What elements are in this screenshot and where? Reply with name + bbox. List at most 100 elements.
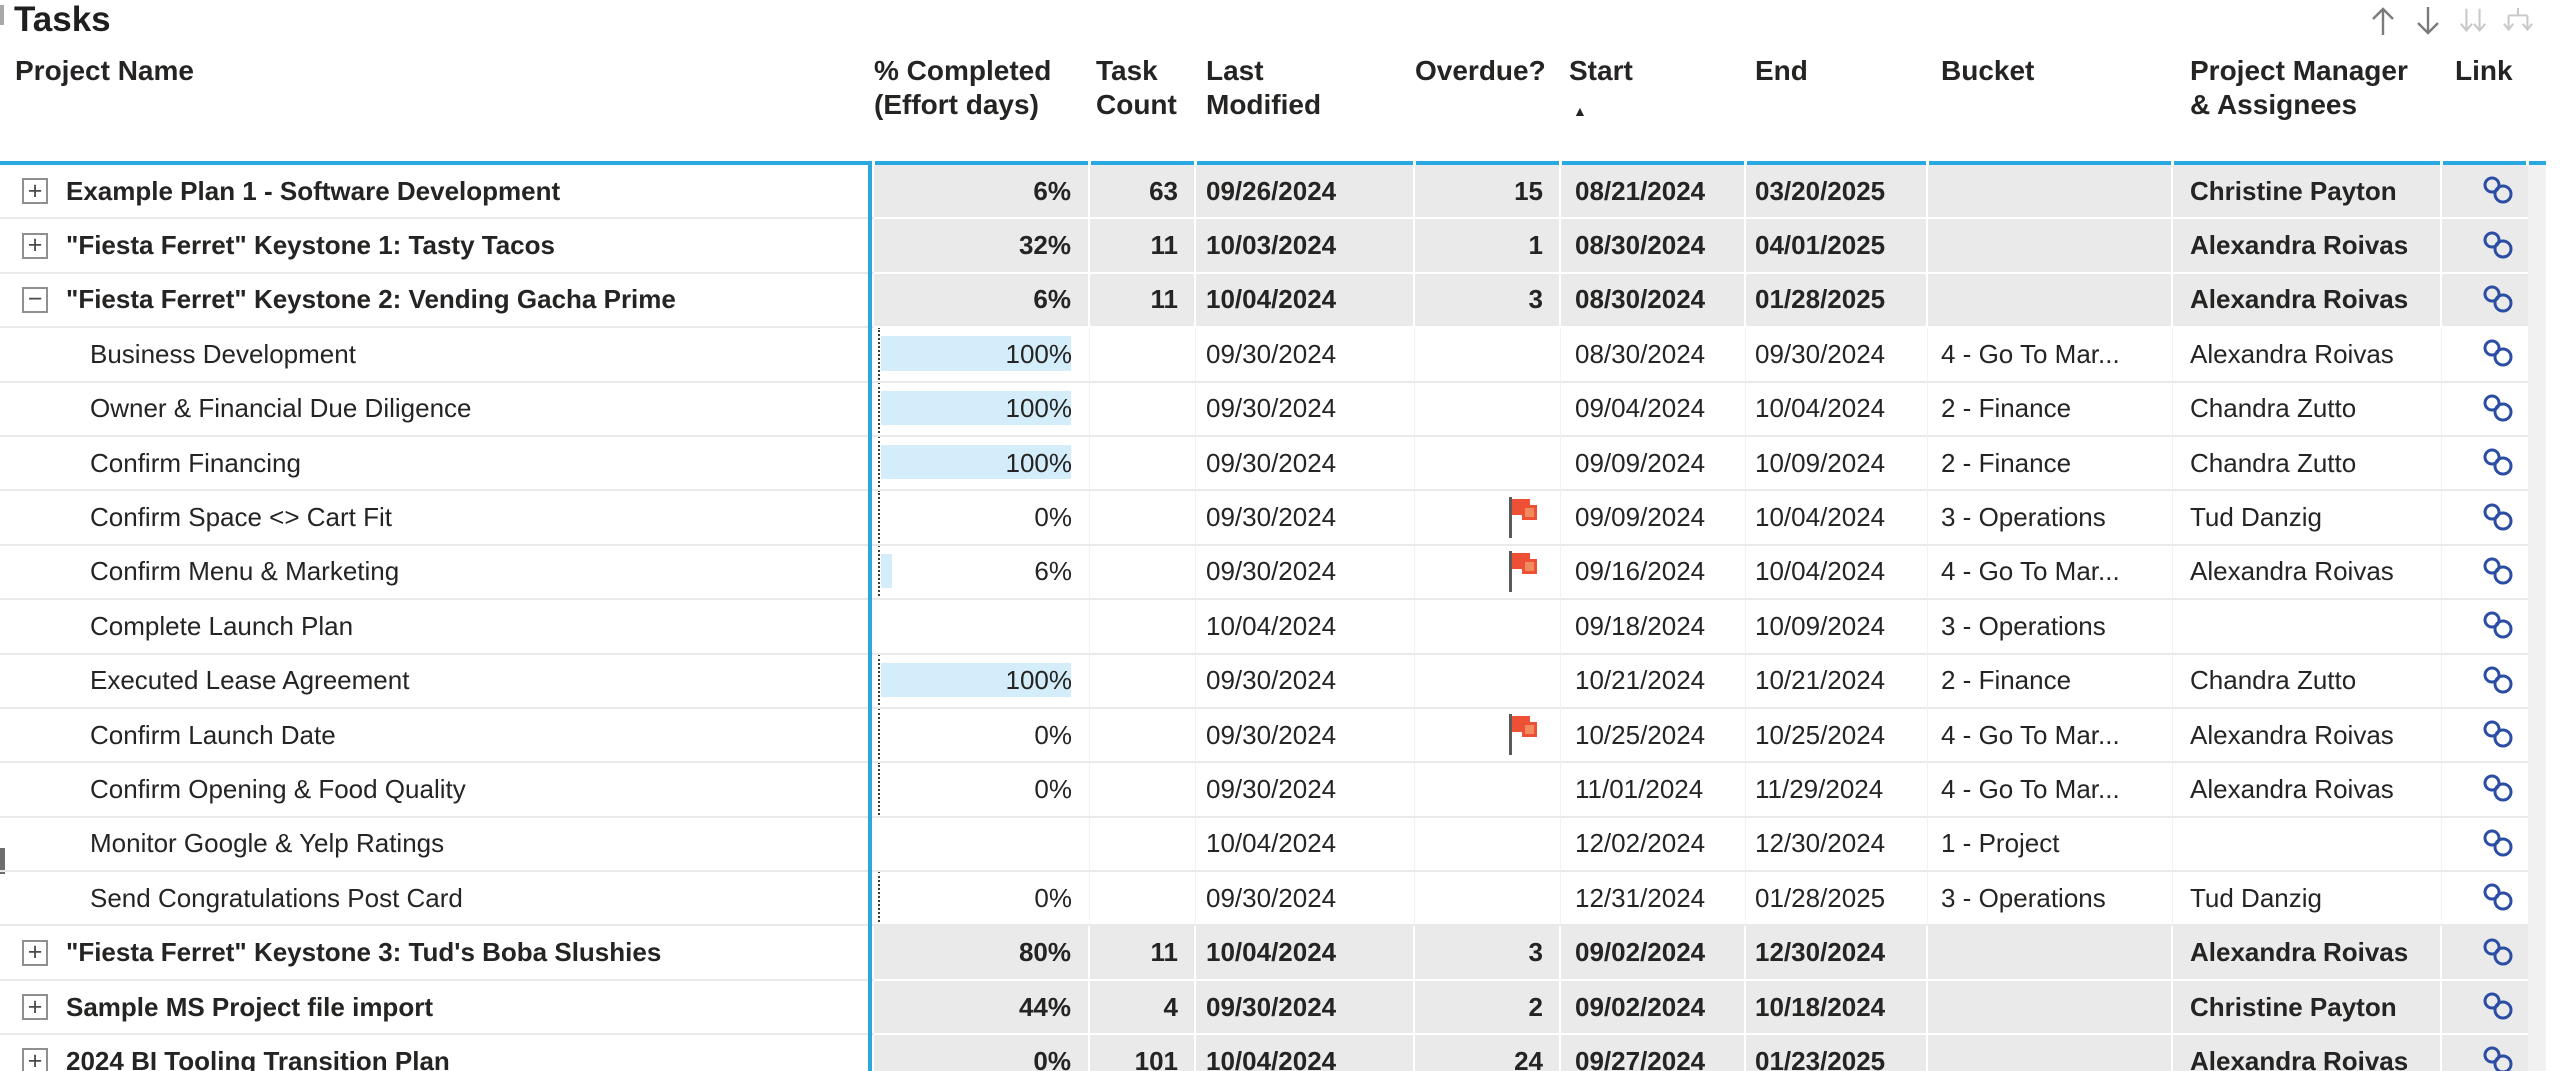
cell-project-name: + Sample MS Project file import — [0, 981, 874, 1035]
cell-overdue — [1415, 872, 1561, 926]
cell-task-count — [1090, 763, 1196, 817]
cell-end-date: 10/04/2024 — [1746, 546, 1928, 600]
pct-value: 44% — [1019, 992, 1071, 1023]
overdue-flag-icon — [1508, 550, 1540, 594]
cell-last-modified: 09/30/2024 — [1196, 981, 1415, 1035]
link-icon[interactable] — [2480, 230, 2516, 262]
cell-start-date: 09/09/2024 — [1561, 491, 1746, 545]
column-header-overdue[interactable]: Overdue? — [1415, 40, 1561, 122]
link-icon[interactable] — [2480, 719, 2516, 751]
link-icon[interactable] — [2480, 665, 2516, 697]
cell-start-date: 09/16/2024 — [1561, 546, 1746, 600]
column-header-project-manager[interactable]: Project Manager & Assignees — [2173, 40, 2442, 122]
cell-link — [2442, 165, 2528, 219]
link-icon[interactable] — [2480, 882, 2516, 914]
cell-end-date: 10/25/2024 — [1746, 709, 1928, 763]
cell-project-manager: Alexandra Roivas — [2173, 546, 2442, 600]
cell-task-count: 101 — [1090, 1035, 1196, 1071]
cell-task-count: 4 — [1090, 981, 1196, 1035]
column-header-start[interactable]: Start ▲ — [1561, 40, 1746, 122]
expand-collapse-icon[interactable]: + — [22, 178, 48, 204]
column-resize-divider[interactable] — [868, 165, 872, 1071]
cell-task-count — [1090, 655, 1196, 709]
cell-end-date: 01/28/2025 — [1746, 274, 1928, 328]
link-icon[interactable] — [2480, 447, 2516, 479]
cell-project-manager: Chandra Zutto — [2173, 655, 2442, 709]
cell-end-date: 10/09/2024 — [1746, 600, 1928, 654]
link-icon[interactable] — [2480, 991, 2516, 1023]
column-header-pct-completed[interactable]: % Completed (Effort days) — [874, 40, 1090, 122]
expand-collapse-icon[interactable]: + — [22, 940, 48, 966]
column-header-last-modified[interactable]: Last Modified — [1196, 40, 1415, 122]
link-icon[interactable] — [2480, 1045, 2516, 1071]
cell-end-date: 12/30/2024 — [1746, 818, 1928, 872]
cell-task-count — [1090, 437, 1196, 491]
cell-last-modified: 10/04/2024 — [1196, 600, 1415, 654]
column-header-task-count[interactable]: Task Count — [1090, 40, 1196, 122]
project-name-label: "Fiesta Ferret" Keystone 1: Tasty Tacos — [66, 230, 555, 261]
cell-start-date: 09/18/2024 — [1561, 600, 1746, 654]
cell-project-manager: Alexandra Roivas — [2173, 274, 2442, 328]
cell-start-date: 08/21/2024 — [1561, 165, 1746, 219]
link-icon[interactable] — [2480, 338, 2516, 370]
project-name-label: Sample MS Project file import — [66, 992, 433, 1023]
cell-task-count — [1090, 328, 1196, 382]
cell-link — [2442, 709, 2528, 763]
project-name-label: "Fiesta Ferret" Keystone 2: Vending Gach… — [66, 284, 676, 315]
cell-overdue — [1415, 328, 1561, 382]
cell-project-name: Owner & Financial Due Diligence — [0, 383, 874, 437]
cell-pct-completed: 0% — [874, 491, 1090, 545]
expand-collapse-icon[interactable]: + — [22, 233, 48, 259]
cell-task-count — [1090, 546, 1196, 600]
link-icon[interactable] — [2480, 175, 2516, 207]
link-icon[interactable] — [2480, 610, 2516, 642]
overdue-value: 15 — [1514, 176, 1543, 207]
link-icon[interactable] — [2480, 828, 2516, 860]
cell-task-count — [1090, 383, 1196, 437]
link-icon[interactable] — [2480, 773, 2516, 805]
cell-task-count: 63 — [1090, 165, 1196, 219]
link-icon[interactable] — [2480, 393, 2516, 425]
cell-pct-completed: 0% — [874, 872, 1090, 926]
cell-link — [2442, 981, 2528, 1035]
expand-collapse-icon[interactable]: + — [22, 1048, 48, 1071]
go-to-next-level-icon[interactable] — [2457, 3, 2489, 39]
cell-project-name: Confirm Opening & Food Quality — [0, 763, 874, 817]
expand-all-icon[interactable] — [2502, 3, 2534, 39]
expand-collapse-icon[interactable]: + — [22, 994, 48, 1020]
link-icon[interactable] — [2480, 937, 2516, 969]
cell-project-manager: Chandra Zutto — [2173, 383, 2442, 437]
link-icon[interactable] — [2480, 556, 2516, 588]
cell-last-modified: 10/04/2024 — [1196, 274, 1415, 328]
cell-end-date: 10/09/2024 — [1746, 437, 1928, 491]
column-header-project-name[interactable]: Project Name — [0, 40, 874, 122]
pct-value: 0% — [1034, 774, 1072, 805]
expand-collapse-icon[interactable]: − — [22, 287, 48, 313]
cell-project-manager: Tud Danzig — [2173, 491, 2442, 545]
cell-start-date: 09/02/2024 — [1561, 981, 1746, 1035]
cell-last-modified: 09/30/2024 — [1196, 437, 1415, 491]
cell-bucket — [1928, 926, 2173, 980]
table-row: − "Fiesta Ferret" Keystone 2: Vending Ga… — [0, 274, 2528, 328]
cell-link — [2442, 546, 2528, 600]
drill-up-icon[interactable] — [2367, 3, 2399, 39]
drill-down-icon[interactable] — [2412, 3, 2444, 39]
link-icon[interactable] — [2480, 284, 2516, 316]
vertical-scrollbar[interactable] — [2528, 165, 2546, 1071]
cell-start-date: 08/30/2024 — [1561, 328, 1746, 382]
column-header-link[interactable]: Link — [2442, 40, 2528, 122]
table-row: Confirm Launch Date 0% 09/30/2024 10/25/… — [0, 709, 2528, 763]
cell-end-date: 10/04/2024 — [1746, 491, 1928, 545]
table-row: + Example Plan 1 - Software Development … — [0, 165, 2528, 219]
cell-bucket: 3 - Operations — [1928, 872, 2173, 926]
link-icon[interactable] — [2480, 502, 2516, 534]
cell-end-date: 01/23/2025 — [1746, 1035, 1928, 1071]
pct-value: 6% — [1033, 284, 1071, 315]
cell-link — [2442, 763, 2528, 817]
column-header-bucket[interactable]: Bucket — [1928, 40, 2173, 122]
table-body: + Example Plan 1 - Software Development … — [0, 165, 2528, 1071]
sort-ascending-icon: ▲ — [1573, 104, 1746, 118]
cell-overdue: 24 — [1415, 1035, 1561, 1071]
cell-bucket — [1928, 165, 2173, 219]
column-header-end[interactable]: End — [1746, 40, 1928, 122]
